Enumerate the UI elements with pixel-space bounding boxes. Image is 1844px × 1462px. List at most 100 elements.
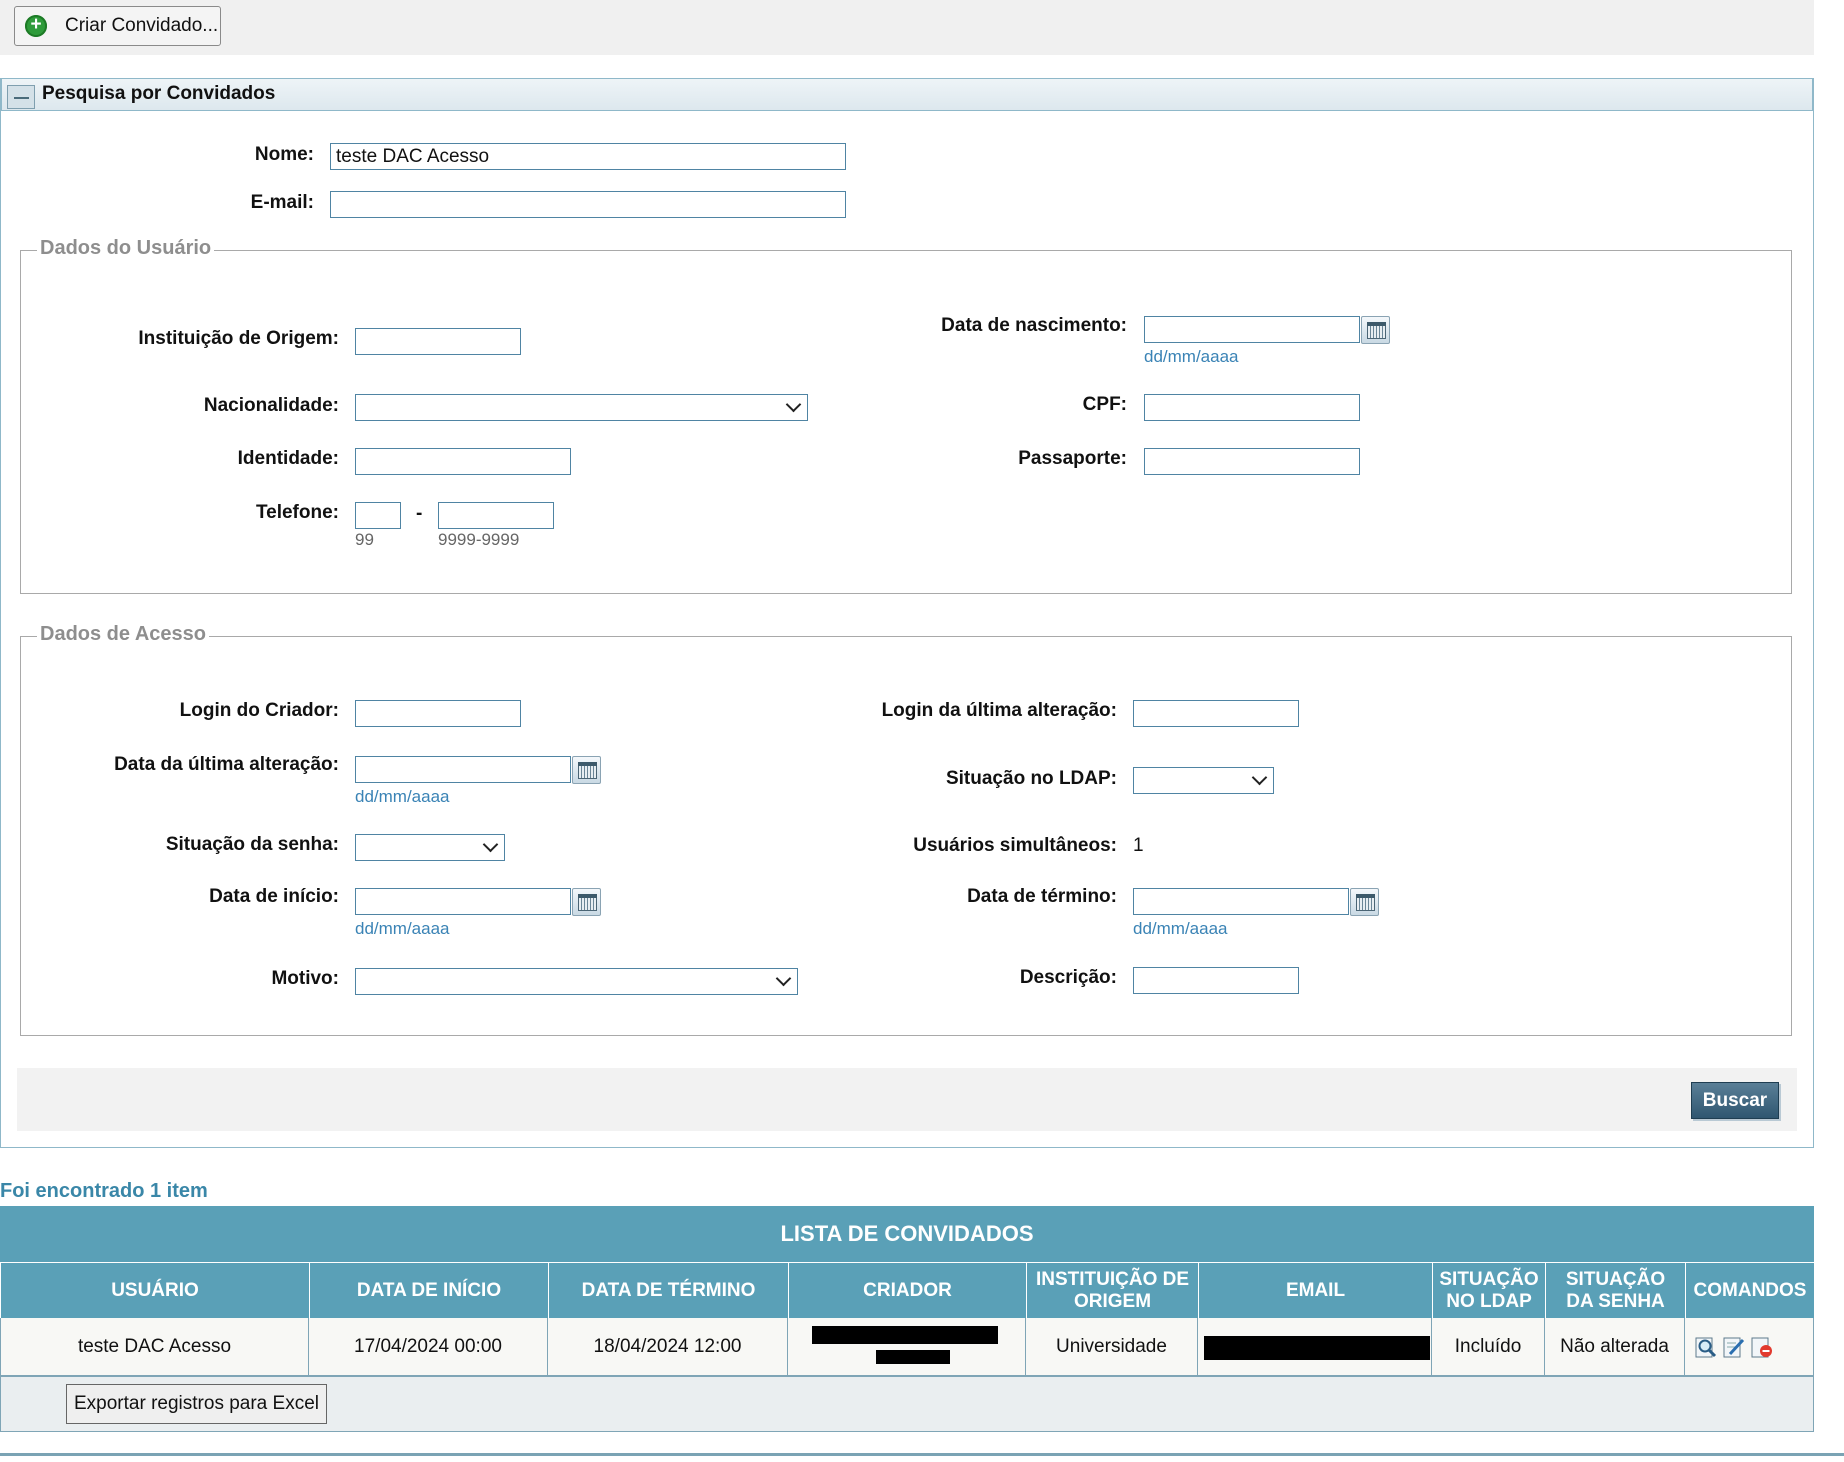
- header-data-inicio[interactable]: DATA DE INÍCIO: [309, 1262, 548, 1318]
- situacao-ldap-select[interactable]: [1133, 767, 1274, 794]
- cell-data-termino: 18/04/2024 12:00: [548, 1318, 788, 1376]
- delete-icon[interactable]: [1750, 1335, 1774, 1359]
- email-label: E-mail:: [250, 192, 314, 213]
- header-senha-line1: SITUAÇÃO: [1565, 1268, 1666, 1290]
- header-ldap-line2: NO LDAP: [1446, 1290, 1532, 1312]
- situacao-senha-select[interactable]: [355, 834, 505, 861]
- motivo-select[interactable]: [355, 968, 798, 995]
- chevron-down-icon: [785, 396, 802, 413]
- data-alteracao-label: Data da última alteração:: [114, 754, 339, 775]
- header-instituicao-line2: ORIGEM: [1073, 1290, 1152, 1312]
- ddd-hint: 99: [355, 530, 374, 549]
- motivo-label: Motivo:: [271, 968, 339, 989]
- nacionalidade-label: Nacionalidade:: [203, 395, 339, 416]
- data-alteracao-input[interactable]: [355, 756, 571, 783]
- search-panel-header[interactable]: Pesquisa por Convidados: [1, 78, 1813, 111]
- header-comandos: COMANDOS: [1685, 1262, 1814, 1318]
- dados-acesso-legend: Dados de Acesso: [37, 623, 209, 646]
- dados-usuario-legend: Dados do Usuário: [37, 237, 215, 260]
- passaporte-input[interactable]: [1144, 448, 1360, 475]
- create-guest-label: Criar Convidado...: [65, 15, 219, 36]
- chevron-down-icon: [482, 836, 499, 853]
- data-termino-input[interactable]: [1133, 888, 1349, 915]
- nascimento-input[interactable]: [1144, 316, 1360, 343]
- toolbar: [0, 0, 1814, 55]
- nacionalidade-select[interactable]: [355, 394, 808, 421]
- cell-situacao-senha: Não alterada: [1545, 1318, 1685, 1376]
- bottom-divider: [0, 1453, 1844, 1456]
- telefone-separator: -: [416, 503, 423, 524]
- chevron-down-icon: [1251, 769, 1268, 786]
- buscar-button[interactable]: Buscar: [1691, 1082, 1779, 1119]
- results-count: Foi encontrado 1 item: [0, 1180, 208, 1202]
- header-ldap-line1: SITUAÇÃO: [1439, 1268, 1539, 1290]
- data-inicio-label: Data de início:: [209, 886, 339, 907]
- passaporte-label: Passaporte:: [1018, 448, 1127, 469]
- header-senha-line2: DA SENHA: [1566, 1290, 1665, 1312]
- telefone-input[interactable]: [438, 502, 554, 529]
- list-title: LISTA DE CONVIDADOS: [0, 1206, 1814, 1262]
- plus-icon: +: [25, 15, 47, 37]
- data-inicio-hint: dd/mm/aaaa: [355, 919, 450, 938]
- cell-email: [1198, 1318, 1432, 1376]
- instituicao-input[interactable]: [355, 328, 521, 355]
- header-usuario[interactable]: USUÁRIO: [0, 1262, 309, 1318]
- calendar-icon[interactable]: [572, 756, 601, 784]
- cell-usuario: teste DAC Acesso: [0, 1318, 309, 1376]
- login-criador-input[interactable]: [355, 700, 521, 727]
- header-instituicao-line1: INSTITUIÇÃO DE: [1035, 1268, 1190, 1290]
- ddd-input[interactable]: [355, 502, 401, 529]
- calendar-icon[interactable]: [572, 888, 601, 916]
- telefone-label: Telefone:: [255, 502, 339, 523]
- situacao-ldap-label: Situação no LDAP:: [945, 768, 1117, 789]
- button-bar: [17, 1068, 1797, 1131]
- create-guest-button[interactable]: + Criar Convidado...: [14, 6, 221, 46]
- login-alteracao-label: Login da última alteração:: [881, 700, 1117, 721]
- dados-usuario-fieldset: [20, 250, 1792, 594]
- data-termino-label: Data de término:: [967, 886, 1117, 907]
- calendar-icon[interactable]: [1350, 888, 1379, 916]
- cell-situacao-ldap: Incluído: [1432, 1318, 1545, 1376]
- login-alteracao-input[interactable]: [1133, 700, 1299, 727]
- nascimento-label: Data de nascimento:: [941, 315, 1127, 336]
- cell-data-inicio: 17/04/2024 00:00: [309, 1318, 548, 1376]
- email-input[interactable]: [330, 191, 846, 218]
- cpf-input[interactable]: [1144, 394, 1360, 421]
- nome-label: Nome:: [254, 144, 314, 165]
- instituicao-label: Instituição de Origem:: [138, 328, 339, 349]
- nascimento-hint: dd/mm/aaaa: [1144, 347, 1239, 366]
- telefone-hint: 9999-9999: [438, 530, 520, 549]
- collapse-icon[interactable]: [7, 85, 35, 109]
- search-panel-title: Pesquisa por Convidados: [42, 83, 276, 104]
- data-termino-hint: dd/mm/aaaa: [1133, 919, 1228, 938]
- usuarios-simultaneos-label: Usuários simultâneos:: [913, 835, 1117, 856]
- cell-criador: [788, 1318, 1026, 1376]
- descricao-input[interactable]: [1133, 967, 1299, 994]
- export-excel-button[interactable]: Exportar registros para Excel: [66, 1384, 327, 1424]
- cell-instituicao: Universidade: [1026, 1318, 1198, 1376]
- cpf-label: CPF:: [1082, 394, 1127, 415]
- calendar-icon[interactable]: [1361, 316, 1390, 344]
- chevron-down-icon: [775, 970, 792, 987]
- cell-comandos: [1685, 1318, 1814, 1376]
- redaction: [876, 1350, 950, 1364]
- identidade-label: Identidade:: [237, 448, 339, 469]
- nome-input[interactable]: [330, 143, 846, 170]
- usuarios-simultaneos-value: 1: [1133, 835, 1144, 856]
- header-situacao-senha[interactable]: SITUAÇÃO DA SENHA: [1545, 1262, 1685, 1318]
- edit-icon[interactable]: [1722, 1335, 1746, 1359]
- situacao-senha-label: Situação da senha:: [165, 834, 339, 855]
- identidade-input[interactable]: [355, 448, 571, 475]
- view-icon[interactable]: [1694, 1335, 1718, 1359]
- data-alteracao-hint: dd/mm/aaaa: [355, 787, 450, 806]
- redaction: [812, 1326, 998, 1344]
- redaction: [1204, 1336, 1430, 1360]
- header-data-termino[interactable]: DATA DE TÉRMINO: [548, 1262, 788, 1318]
- header-email[interactable]: EMAIL: [1198, 1262, 1432, 1318]
- header-criador[interactable]: CRIADOR: [788, 1262, 1026, 1318]
- descricao-label: Descrição:: [1019, 967, 1117, 988]
- login-criador-label: Login do Criador:: [179, 700, 339, 721]
- header-instituicao[interactable]: INSTITUIÇÃO DE ORIGEM: [1026, 1262, 1198, 1318]
- header-situacao-ldap[interactable]: SITUAÇÃO NO LDAP: [1432, 1262, 1545, 1318]
- data-inicio-input[interactable]: [355, 888, 571, 915]
